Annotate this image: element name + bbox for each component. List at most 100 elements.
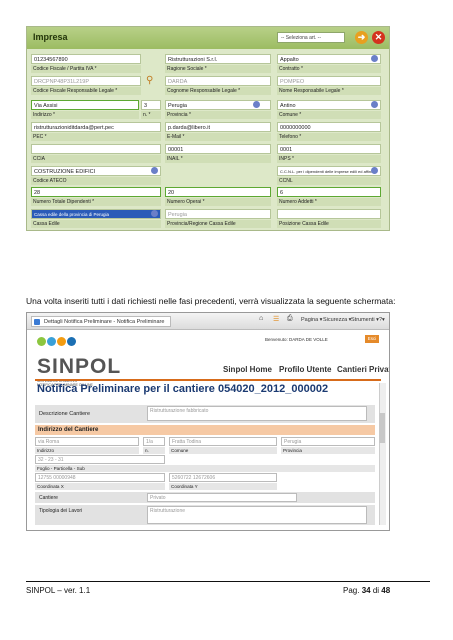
- browser-screenshot: Dettagli Notifica Preliminare - Notifica…: [26, 312, 390, 531]
- impresa-form-screenshot: Impresa -- Seleziona art. -- ➜ ✕ 0123456…: [26, 26, 390, 231]
- chevron-down-icon: [371, 55, 378, 62]
- page-prefix: Pag.: [343, 586, 362, 595]
- coordinata-y-field[interactable]: 5260722 12672606: [169, 473, 277, 482]
- current-page: 34: [361, 586, 371, 595]
- field-label: INAIL *: [165, 155, 271, 163]
- ccnl-select[interactable]: C.C.N.L. per i dipendenti delle imprese …: [277, 166, 381, 176]
- confirm-icon[interactable]: ➜: [355, 31, 368, 44]
- field-label: Ragione Sociale *: [165, 65, 271, 73]
- foglio-field[interactable]: 32 - 23 - 31: [35, 455, 165, 464]
- caption-text: Una volta inseriti tutti i dati richiest…: [26, 296, 396, 306]
- field-label: n. *: [141, 111, 161, 119]
- field-label: Numero Totale Dipendenti *: [31, 198, 161, 206]
- numero-field[interactable]: 1/a: [143, 437, 165, 446]
- addetti-input[interactable]: 6: [277, 187, 381, 197]
- page-title: Notifica Preliminare per il cantiere 054…: [37, 383, 329, 395]
- cassa-edile-select[interactable]: Cassa edile della provincia di Perugia: [31, 209, 161, 219]
- dipendenti-input[interactable]: 28: [31, 187, 161, 197]
- chevron-down-icon: [151, 210, 158, 217]
- total-pages: 48: [381, 586, 391, 595]
- descrizione-textarea[interactable]: Ristrutturazione fabbricato: [147, 406, 367, 421]
- lookup-icon[interactable]: ⚲: [146, 75, 153, 86]
- field-label: Coordinata X: [35, 483, 165, 490]
- feed-icon[interactable]: ☰: [273, 315, 279, 323]
- field-label: Codice Fiscale Responsabile Legale *: [31, 87, 141, 95]
- cantiere-field[interactable]: Privato: [147, 493, 297, 502]
- home-icon[interactable]: ⌂: [259, 315, 263, 322]
- ccia-input[interactable]: [31, 144, 161, 154]
- tipologia-label: Tipologia dei Lavori: [39, 508, 83, 514]
- numero-civico-input[interactable]: 3: [141, 100, 161, 110]
- chevron-down-icon: [253, 101, 260, 108]
- help-menu[interactable]: ?▾: [379, 317, 385, 323]
- field-label: Provincia/Regione Cassa Edile: [165, 220, 271, 228]
- field-label: Foglio - Particella - Sub: [35, 465, 375, 472]
- scrollbar-thumb[interactable]: [379, 413, 385, 443]
- logo-circle: [47, 337, 56, 346]
- strumenti-menu[interactable]: Strumenti ▾: [351, 317, 379, 323]
- logo-circle: [67, 337, 76, 346]
- logo-circle: [37, 337, 46, 346]
- inail-input[interactable]: 00001: [165, 144, 271, 154]
- provincia-cassa-input[interactable]: Perugia: [165, 209, 271, 219]
- field-label: Provincia *: [165, 111, 271, 119]
- codice-fiscale-input[interactable]: 01234567890: [31, 54, 141, 64]
- cf-responsabile-input[interactable]: DRCPNP48P31L219P: [31, 76, 141, 86]
- logout-button[interactable]: Esci: [365, 335, 379, 343]
- form-title: Impresa: [33, 32, 68, 42]
- pec-input[interactable]: ristrutturazioniditdarda@pert.pec: [31, 122, 161, 132]
- indirizzo-input[interactable]: Via Assisi: [31, 100, 139, 110]
- field-label: Provincia: [281, 447, 375, 454]
- descrizione-label: Descrizione Cantiere: [39, 411, 91, 417]
- field-label: Nome Responsabile Legale *: [277, 87, 381, 95]
- field-label: Indirizzo: [35, 447, 139, 454]
- inps-input[interactable]: 0001: [277, 144, 381, 154]
- telefono-input[interactable]: 0000000000: [277, 122, 381, 132]
- tipologia-textarea[interactable]: Ristrutturazione: [147, 506, 367, 524]
- favicon-icon: [34, 319, 40, 325]
- posizione-cassa-input[interactable]: [277, 209, 381, 219]
- ateco-select[interactable]: COSTRUZIONE EDIFICI: [31, 166, 161, 176]
- close-icon[interactable]: ✕: [372, 31, 385, 44]
- nav-cantieri-privati[interactable]: Cantieri Privati: [337, 365, 389, 374]
- comune-field[interactable]: Fratta Todina: [169, 437, 277, 446]
- field-label: Telefono *: [277, 133, 381, 141]
- article-select[interactable]: -- Seleziona art. --: [277, 32, 345, 43]
- sicurezza-menu[interactable]: Sicurezza ▾: [323, 317, 351, 323]
- scrollbar[interactable]: [379, 383, 386, 525]
- welcome-text: Benvenuto: DARDA DE VOLLE: [265, 337, 328, 342]
- field-label: Cassa Edile: [31, 220, 161, 228]
- chevron-down-icon: [371, 101, 378, 108]
- field-label: Comune: [169, 447, 277, 454]
- nav-sinpol-home[interactable]: Sinpol Home: [223, 365, 272, 374]
- sinpol-logo: SINPOL: [37, 355, 122, 378]
- chevron-down-icon: [371, 167, 378, 174]
- nome-input[interactable]: POMPEO: [277, 76, 381, 86]
- provincia-field[interactable]: Perugia: [281, 437, 375, 446]
- contratto-select[interactable]: Appalto: [277, 54, 381, 64]
- field-label: INPS *: [277, 155, 381, 163]
- field-label: Comune *: [277, 111, 381, 119]
- footer-page-number: Pag. 34 di 48: [343, 586, 390, 595]
- ragione-sociale-input[interactable]: Ristrutturazioni S.r.l.: [165, 54, 271, 64]
- indirizzo-field[interactable]: via Roma: [35, 437, 139, 446]
- print-icon[interactable]: ⎙: [287, 315, 293, 323]
- cantiere-label: Cantiere: [39, 495, 58, 501]
- field-label: PEC *: [31, 133, 161, 141]
- operai-input[interactable]: 20: [165, 187, 271, 197]
- field-label: CCIA: [31, 155, 161, 163]
- nav-profilo-utente[interactable]: Profilo Utente: [279, 365, 331, 374]
- field-label: Numero Operai *: [165, 198, 271, 206]
- nav-divider: [35, 379, 381, 381]
- field-label: Posizione Cassa Edile: [277, 220, 381, 228]
- logo-circle: [57, 337, 66, 346]
- cognome-input[interactable]: DARDA: [165, 76, 271, 86]
- pagina-menu[interactable]: Pagina ▾: [301, 317, 322, 323]
- coordinata-x-field[interactable]: 12755 00000948: [35, 473, 165, 482]
- field-label: CCNL: [277, 177, 381, 185]
- field-label: Codice Fiscale / Partita IVA *: [31, 65, 141, 73]
- browser-tab[interactable]: Dettagli Notifica Preliminare - Notifica…: [31, 316, 171, 327]
- email-input[interactable]: p.darda@libero.it: [165, 122, 271, 132]
- comune-select[interactable]: Antino: [277, 100, 381, 110]
- chevron-down-icon: [151, 167, 158, 174]
